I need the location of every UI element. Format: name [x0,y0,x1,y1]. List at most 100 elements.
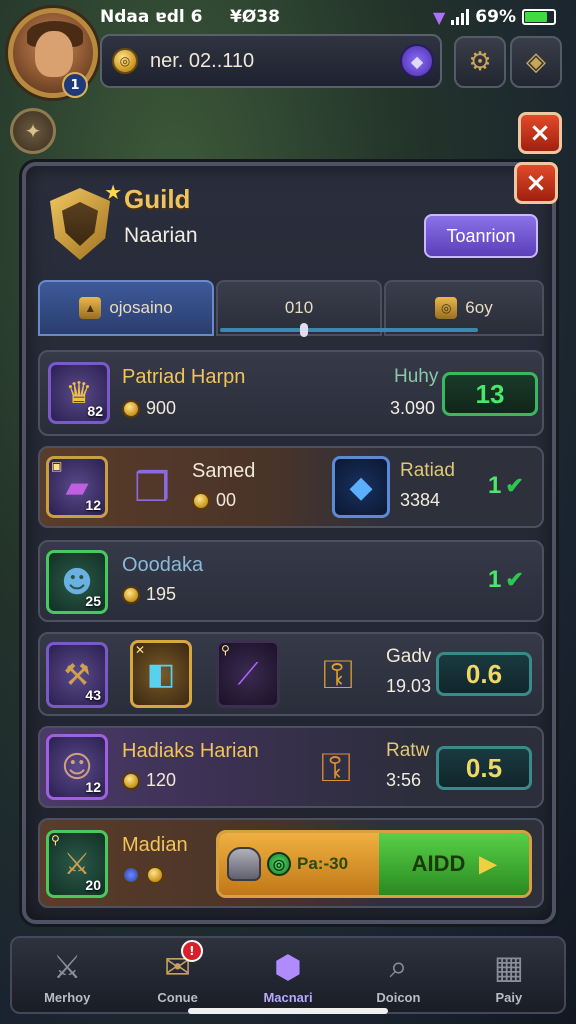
nav-item-4[interactable]: ⌕ Doicon [343,938,453,1012]
crystal-tile[interactable]: ◆ [332,456,390,518]
compass-icon: ✦ [24,119,42,143]
buy-label: AIDD [411,851,466,876]
wand-icon: ⟋ [237,656,259,692]
helmet-icon [227,847,261,881]
row-title: Samed [192,460,256,482]
compass-button[interactable]: ✦ [10,108,56,154]
gem-icon: ◎ [267,852,291,876]
row-value: 3:56 [386,770,422,790]
corner-icon: ⚲ [221,643,230,657]
notification-badge: ! [180,940,203,962]
list-item[interactable]: ⚲ ⚔ 20 Madian ◎ Pa:-30 AIDD ▶ [38,818,544,908]
chest-icon: ◈ [526,47,546,77]
list-item[interactable]: ⚒ 43 ✕ ◧ ⚲ ⟋ ⚿ Gadv 19.03 0.6 [38,632,544,716]
guild-subtitle: Naarian [124,224,198,247]
row-title: Madian [122,834,188,856]
check-count: 1 ✔ [488,566,524,593]
tile-level: 20 [85,877,101,893]
close-icon: × [529,118,551,148]
close-button-outer[interactable]: × [518,112,562,154]
corner-icon: ✕ [135,643,146,657]
list-item[interactable]: ♛ 82 Patriad Harpn 900 Huhy 3.090 13 [38,350,544,436]
item-tile[interactable]: ▣ ▰ 12 [46,456,108,518]
gear-icon: ⚙ [468,47,492,77]
sword-icon: ⚔ [52,947,82,986]
nav-item-1[interactable]: ⚔ Merhoy [12,938,122,1012]
nav-label: Conue [157,989,198,1005]
tab-shield-icon: ▲ [79,297,102,319]
row-title: Ooodaka [122,554,204,576]
item-tile[interactable]: ✕ ◧ [130,640,192,708]
row-value: 19.03 [386,676,432,696]
coin-icon [122,771,140,790]
close-button[interactable]: × [514,162,558,204]
close-icon: × [525,168,547,198]
buy-price: Pa:-30 [297,854,349,873]
coin-icon [122,585,140,604]
player-name: ner. 02..110 [150,49,255,72]
coin-icon: ◎ [112,48,138,74]
guild-title: Guild [124,184,191,214]
gift-box-icon: ❒ [134,465,170,511]
gem-icon[interactable]: ◆ [400,44,434,78]
row-amount: 900 [122,398,176,419]
guild-action-button[interactable]: Toanrion [424,214,538,258]
gem-icon [122,866,140,884]
crystal-icon: ◆ [349,469,373,505]
price-section[interactable]: ◎ Pa:-30 [219,833,379,895]
settings-button[interactable]: ⚙ [454,36,506,88]
row-value: 3.090 [390,398,436,418]
row-amount: 195 [122,584,176,605]
row-value: 3384 [400,490,441,510]
row-label: Gadv [386,646,432,667]
item-tile[interactable]: ⚲ ⟋ [216,640,280,708]
player-level-badge: 1 [62,72,88,98]
row-currency [122,866,164,884]
slider-knob[interactable] [300,323,308,337]
list-item[interactable]: ▣ ▰ 12 ❒ Samed 00 ◆ Ratiad 3384 1 ✔ [38,446,544,528]
nav-item-3[interactable]: ⬢ Macnari [233,938,343,1012]
list-item[interactable]: ☻ 25 Ooodaka 195 1 ✔ [38,540,544,622]
count-box[interactable]: 0.5 [436,746,532,790]
home-indicator[interactable] [188,1008,388,1014]
guild-panel: ★ Guild Naarian Toanrion ▲ ojosaino 010 … [22,162,556,924]
tab-label: ojosaino [109,298,173,317]
nav-label: Paiy [495,989,523,1005]
row-title: Patriad Harpn [122,366,246,388]
nav-item-2[interactable]: ✉ ! Conue [122,938,232,1012]
battery-percent: 69% [475,7,516,27]
add-section[interactable]: AIDD ▶ [379,833,529,895]
tile-level: 43 [85,687,101,703]
inventory-button[interactable]: ◈ [510,36,562,88]
corner-icon: ⚲ [51,833,60,847]
tab-slider[interactable] [220,323,478,337]
key-icon: ⚿ [322,652,354,698]
nav-label: Macnari [263,989,313,1005]
item-tile[interactable]: ⚲ ⚔ 20 [46,830,108,898]
purchase-button[interactable]: ◎ Pa:-30 AIDD ▶ [216,830,532,898]
grid-icon: ▦ [493,947,524,986]
row-label: Ratw [386,740,430,761]
coin-icon [192,491,210,510]
row-amount: 00 [192,490,236,511]
nav-item-5[interactable]: ▦ Paiy [454,938,564,1012]
list-item[interactable]: ☺ 12 Hadiaks Harian 120 ⚿ Ratw 3:56 0.5 [38,726,544,808]
nav-label: Doicon [376,989,421,1005]
item-tile[interactable]: ☻ 25 [46,550,108,614]
item-tile[interactable]: ♛ 82 [48,362,110,424]
item-tile[interactable]: ☺ 12 [46,734,108,800]
tab-1[interactable]: ▲ ojosaino [38,280,214,336]
nav-label: Merhoy [44,989,91,1005]
search-icon: ⌕ [389,947,408,985]
count-box[interactable]: 0.6 [436,652,532,696]
check-count: 1 ✔ [488,472,524,499]
row-label: Ratiad [400,460,455,481]
guild-emblem-icon: ★ [50,180,122,260]
check-icon: ✔ [505,567,524,592]
count-box[interactable]: 13 [442,372,538,416]
row-label: Huhy [394,366,439,387]
item-tile[interactable]: ⚒ 43 [46,642,108,708]
crystal-icon: ⬢ [274,947,302,986]
tab-label: 010 [284,298,314,317]
player-name-plate[interactable]: ◎ ner. 02..110 ◆ [100,34,442,88]
